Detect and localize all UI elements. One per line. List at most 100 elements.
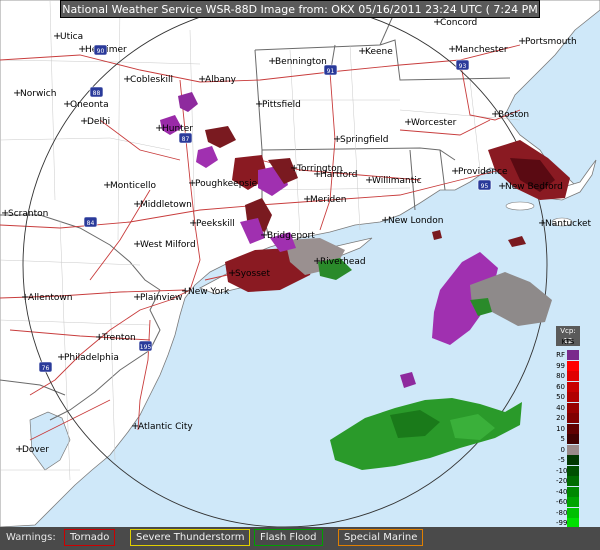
legend-swatch	[567, 413, 579, 423]
city-label: Cobleskill	[130, 75, 173, 85]
legend-value: 5	[560, 435, 565, 443]
legend-swatch	[567, 486, 579, 497]
legend-swatch	[567, 497, 579, 507]
city-marker: +Springfield	[333, 134, 388, 145]
shield-number: 90	[97, 48, 105, 55]
interstate-shield-icon: 84	[83, 216, 98, 228]
city-marker: +Cobleskill	[123, 74, 173, 85]
legend-swatch	[567, 444, 579, 455]
city-marker: +Providence	[451, 166, 508, 177]
legend-value: 60	[556, 382, 565, 391]
city-marker: +Worcester	[404, 117, 457, 128]
interstate-shield-icon: 95	[477, 179, 492, 191]
city-marker: +Keene	[358, 46, 393, 57]
warnings-bar: Warnings: Tornado Severe Thunderstorm Fl…	[0, 527, 600, 550]
city-marker: +Plainview	[133, 292, 182, 303]
city-marker: +Philadelphia	[57, 352, 119, 363]
legend-row: -20	[556, 476, 580, 486]
legend-value: -60	[556, 498, 568, 506]
shield-number: 195	[140, 344, 152, 351]
city-label: Concord	[440, 18, 477, 28]
city-label: Syosset	[235, 269, 270, 279]
city-label: Manchester	[455, 45, 508, 55]
city-label: Willimantic	[372, 176, 422, 186]
city-label: Utica	[60, 32, 83, 42]
city-label: Plainview	[140, 293, 182, 303]
city-marker: +New York	[181, 286, 230, 297]
interstate-shield-icon: 195	[138, 340, 153, 352]
legend-swatch	[567, 381, 579, 392]
city-marker: +Pittsfield	[255, 99, 301, 110]
legend-value: -80	[556, 508, 568, 517]
warning-flash-flood[interactable]: Flash Flood	[254, 529, 323, 546]
city-marker: +West Milford	[133, 239, 196, 250]
city-marker: +Bennington	[268, 56, 327, 67]
shield-number: 95	[481, 183, 489, 190]
warning-tornado[interactable]: Tornado	[64, 529, 116, 546]
city-marker: +Trenton	[95, 332, 136, 343]
legend-swatch	[567, 392, 579, 402]
title-bar: National Weather Service WSR-88D Image f…	[60, 0, 540, 34]
city-marker: +Dover	[15, 444, 49, 455]
legend-swatch	[567, 465, 579, 476]
legend-row: 40	[556, 402, 580, 413]
legend-row: 0	[560, 444, 580, 455]
city-label: New York	[188, 287, 230, 297]
city-marker: +Boston	[491, 109, 529, 120]
legend-units: KTS	[561, 338, 575, 346]
city-label: Scranton	[8, 209, 48, 219]
city-label: Bridgeport	[267, 231, 315, 241]
legend-value: 20	[556, 414, 565, 422]
legend-value: 99	[556, 361, 565, 370]
shield-number: 88	[93, 90, 101, 97]
city-marker: +Bridgeport	[260, 230, 315, 241]
legend-row: -10	[556, 465, 580, 476]
city-marker: +Utica	[53, 31, 83, 42]
shield-number: 93	[459, 63, 467, 70]
city-label: Keene	[365, 47, 393, 57]
interstate-shield-icon: 91	[323, 64, 338, 76]
city-label: Norwich	[20, 89, 56, 99]
legend-value: -20	[556, 477, 568, 485]
warning-special-marine[interactable]: Special Marine	[338, 529, 424, 546]
city-marker: +Syosset	[228, 268, 270, 279]
city-marker: +Atlantic City	[131, 421, 193, 432]
legend-swatch	[567, 371, 579, 381]
shield-number: 76	[42, 365, 50, 372]
city-marker: +Manchester	[448, 44, 508, 55]
interstate-shield-icon: 93	[455, 59, 470, 71]
city-label: West Milford	[140, 240, 196, 250]
warnings-label: Warnings:	[6, 532, 56, 543]
city-marker: +Poughkeepsie	[188, 178, 258, 189]
city-label: Worcester	[411, 118, 457, 128]
city-label: Dover	[22, 445, 49, 455]
legend-value: RF	[556, 351, 565, 359]
warning-severe-thunderstorm[interactable]: Severe Thunderstorm	[130, 529, 251, 546]
legend-swatch	[567, 476, 579, 486]
city-label: Bennington	[275, 57, 327, 67]
velocity-legend: Vcp: 12 KTS RF 99 80 60 50 40 20 10 5 0 -5 -10 -20 -40-…	[556, 326, 580, 546]
city-label: Peekskill	[196, 219, 235, 229]
city-label: Riverhead	[320, 257, 366, 267]
city-label: Portsmouth	[525, 37, 577, 47]
basemap: +Utica+Herkimer+Cobleskill+Albany+Bennin…	[0, 0, 600, 550]
legend-swatch	[567, 507, 579, 518]
legend-value: -5	[558, 456, 565, 464]
city-marker: +Middletown	[133, 199, 192, 210]
interstate-shield-icon: 88	[89, 86, 104, 98]
city-marker: +New London	[381, 215, 443, 226]
city-label: Hunter	[162, 124, 193, 134]
city-label: Trenton	[101, 333, 136, 343]
legend-row: -80	[556, 507, 580, 518]
city-label: Pittsfield	[262, 100, 301, 110]
city-marker: +Hunter	[155, 123, 193, 134]
legend-swatch	[567, 350, 579, 360]
city-marker: +Willimantic	[365, 175, 422, 186]
marthas-vineyard	[505, 201, 535, 211]
city-marker: +Delhi	[80, 116, 110, 127]
city-marker: +Hartford	[313, 169, 357, 180]
interstate-shield-icon: 76	[38, 361, 53, 373]
legend-swatch	[567, 402, 579, 413]
legend-row: 10	[556, 423, 580, 434]
legend-row: -40	[556, 486, 580, 497]
